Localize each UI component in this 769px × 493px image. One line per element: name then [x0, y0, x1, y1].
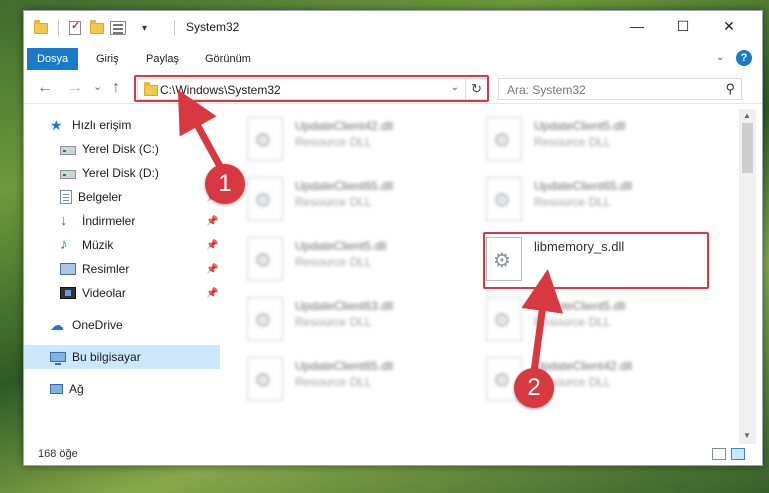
arrow-to-file	[521, 269, 564, 373]
arrow-to-address	[177, 89, 226, 172]
step-marker-1: 1	[205, 164, 245, 204]
annotation-arrows	[177, 89, 564, 373]
step-marker-2: 2	[514, 368, 554, 408]
